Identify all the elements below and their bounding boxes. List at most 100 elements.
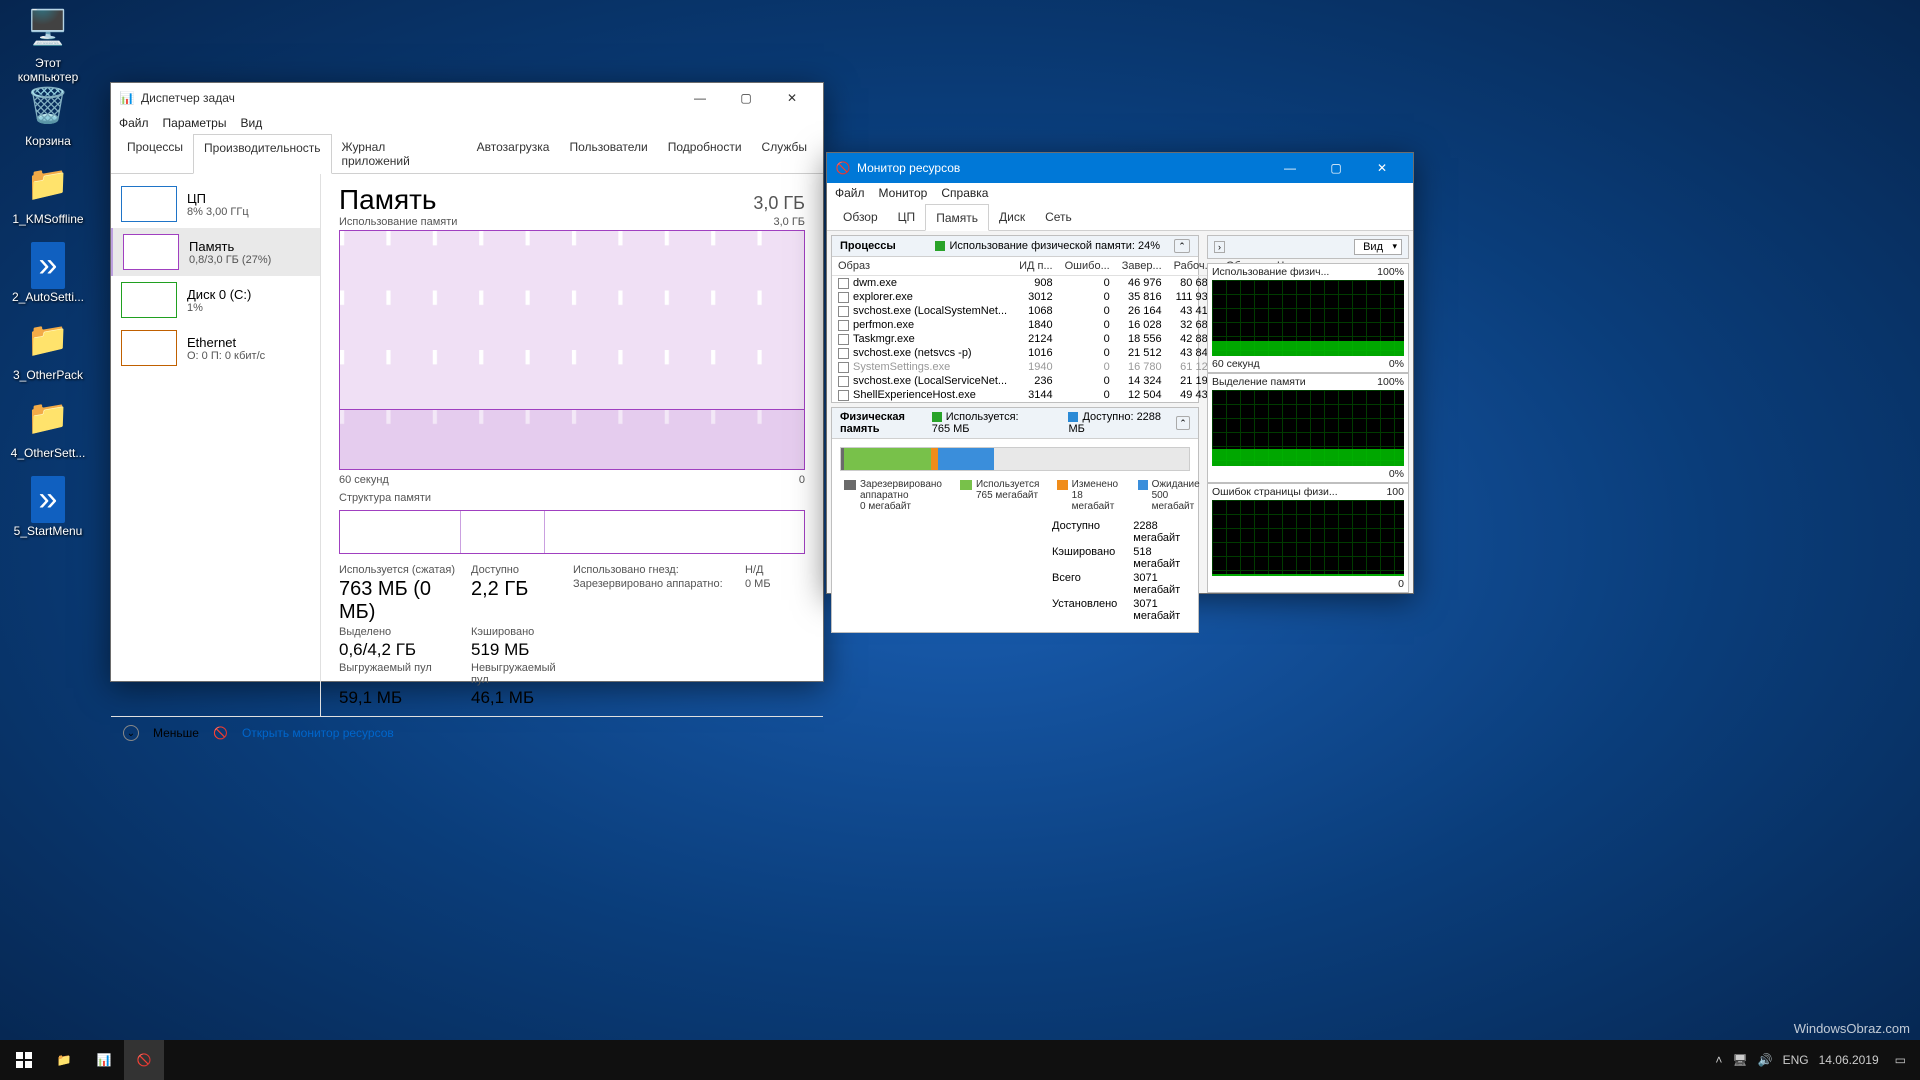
checkbox[interactable] <box>838 348 849 359</box>
desktop-icon[interactable]: 🗑️Корзина <box>4 86 92 148</box>
tab[interactable]: Диск <box>989 204 1035 230</box>
menu-item[interactable]: Монитор <box>879 186 928 200</box>
titlebar[interactable]: 📊 Диспетчер задач — ▢ ✕ <box>111 83 823 113</box>
maximize-button[interactable]: ▢ <box>1313 153 1359 183</box>
tab[interactable]: Обзор <box>833 204 888 230</box>
perf-sidebar-item[interactable]: EthernetО: 0 П: 0 кбит/с <box>111 324 320 372</box>
column-header[interactable]: Образ <box>832 257 1013 276</box>
menu-bar: Файл Монитор Справка <box>827 183 1413 204</box>
system-tray[interactable]: ˄ 🖥 🔊 ENG 14.06.2019 ▭ <box>1705 1053 1916 1067</box>
checkbox[interactable] <box>838 278 849 289</box>
taskbar-explorer[interactable]: 📁 <box>44 1040 84 1080</box>
desktop-icon[interactable]: 📁3_OtherPack <box>4 320 92 382</box>
desktop-icon[interactable]: »5_StartMenu <box>4 476 92 538</box>
minimize-button[interactable]: — <box>677 83 723 113</box>
mini-chart: Использование физич...100%60 секунд0% <box>1207 263 1409 373</box>
volume-icon[interactable]: 🔊 <box>1758 1053 1773 1067</box>
watermark: WindowsObraz.com <box>1794 1021 1910 1036</box>
menu-item[interactable]: Файл <box>119 116 149 130</box>
fewer-details[interactable]: Меньше <box>153 726 199 740</box>
maximize-button[interactable]: ▢ <box>723 83 769 113</box>
memory-stats: Используется (сжатая)Доступно Использова… <box>339 564 805 708</box>
mini-chart: Выделение памяти100%0% <box>1207 373 1409 483</box>
taskbar-clock[interactable]: 14.06.2019 <box>1819 1054 1885 1067</box>
tab[interactable]: ЦП <box>888 204 926 230</box>
tray-chevron-icon[interactable]: ˄ <box>1715 1053 1722 1067</box>
taskbar-resmon[interactable]: 🚫 <box>124 1040 164 1080</box>
close-button[interactable]: ✕ <box>1359 153 1405 183</box>
menu-item[interactable]: Вид <box>240 116 262 130</box>
language-indicator[interactable]: ENG <box>1783 1053 1809 1067</box>
checkbox[interactable] <box>838 334 849 345</box>
memory-usage-graph <box>339 230 805 470</box>
checkbox[interactable] <box>838 362 849 373</box>
panel-title: Физическая память <box>840 411 932 435</box>
tab[interactable]: Службы <box>752 134 817 173</box>
menu-item[interactable]: Справка <box>941 186 988 200</box>
menu-item[interactable]: Параметры <box>163 116 227 130</box>
column-header[interactable]: Ошибо... <box>1059 257 1116 276</box>
desktop-icon[interactable]: »2_AutoSetti... <box>4 242 92 304</box>
perf-sidebar-item[interactable]: Диск 0 (C:)1% <box>111 276 320 324</box>
window-title: Монитор ресурсов <box>857 161 1267 175</box>
graph-max: 3,0 ГБ <box>773 216 805 228</box>
metric-title: Память <box>339 184 437 216</box>
tab[interactable]: Производительность <box>193 134 331 174</box>
desktop-icon[interactable]: 📁4_OtherSett... <box>4 398 92 460</box>
tab[interactable]: Автозагрузка <box>467 134 560 173</box>
footer: ⌄ Меньше 🚫 Открыть монитор ресурсов <box>111 716 823 749</box>
collapse-icon[interactable]: ⌃ <box>1174 239 1190 253</box>
column-header[interactable]: ИД п... <box>1013 257 1059 276</box>
tab[interactable]: Память <box>925 204 989 231</box>
panel-info: Использование физической памяти: 24% <box>949 240 1160 252</box>
tab[interactable]: Процессы <box>117 134 193 173</box>
open-resource-monitor[interactable]: Открыть монитор ресурсов <box>242 726 394 740</box>
memory-legend: Зарезервированоаппаратно0 мегабайтИсполь… <box>832 479 1198 518</box>
memory-composition <box>339 510 805 554</box>
checkbox[interactable] <box>838 306 849 317</box>
view-dropdown[interactable]: Вид <box>1354 239 1402 255</box>
perf-sidebar-item[interactable]: Память0,8/3,0 ГБ (27%) <box>111 228 320 276</box>
graph-label: Использование памяти <box>339 216 457 228</box>
window-title: Диспетчер задач <box>141 91 677 105</box>
checkbox[interactable] <box>838 292 849 303</box>
tab[interactable]: Журнал приложений <box>332 134 467 173</box>
struct-label: Структура памяти <box>339 492 805 504</box>
perf-sidebar-item[interactable]: ЦП8% 3,00 ГГц <box>111 180 320 228</box>
close-button[interactable]: ✕ <box>769 83 815 113</box>
mini-chart: Ошибок страницы физи...1000 <box>1207 483 1409 593</box>
menu-item[interactable]: Файл <box>835 186 865 200</box>
tab[interactable]: Подробности <box>658 134 752 173</box>
tab[interactable]: Сеть <box>1035 204 1082 230</box>
collapse-icon[interactable]: ⌃ <box>1176 416 1190 430</box>
performance-sidebar: ЦП8% 3,00 ГГцПамять0,8/3,0 ГБ (27%)Диск … <box>111 174 321 716</box>
physical-memory-panel: Физическая память Используется: 765 МБ Д… <box>831 407 1199 633</box>
tab[interactable]: Пользователи <box>559 134 657 173</box>
app-icon: 📊 <box>119 90 135 106</box>
column-header[interactable]: Завер... <box>1116 257 1168 276</box>
app-icon: 🚫 <box>835 160 851 176</box>
network-icon[interactable]: 🖥 <box>1732 1053 1747 1067</box>
expand-icon[interactable]: › <box>1214 241 1225 253</box>
checkbox[interactable] <box>838 376 849 387</box>
memory-bar <box>840 447 1190 471</box>
resource-monitor-window: 🚫 Монитор ресурсов — ▢ ✕ Файл Монитор Спра… <box>826 152 1414 594</box>
resmon-icon: 🚫 <box>213 726 228 740</box>
checkbox[interactable] <box>838 390 849 401</box>
taskbar-taskmgr[interactable]: 📊 <box>84 1040 124 1080</box>
graph-time-range: 60 секунд <box>339 474 389 486</box>
desktop-icon[interactable]: 🖥️Этот компьютер <box>4 8 92 84</box>
menu-bar: Файл Параметры Вид <box>111 113 823 134</box>
processes-panel: Процессы Использование физической памяти… <box>831 235 1199 403</box>
performance-main: Память 3,0 ГБ Использование памяти3,0 ГБ… <box>321 174 823 716</box>
desktop-icon[interactable]: 📁1_KMSoffline <box>4 164 92 226</box>
tab-strip: ОбзорЦППамятьДискСеть <box>827 204 1413 231</box>
start-button[interactable] <box>4 1040 44 1080</box>
task-manager-window: 📊 Диспетчер задач — ▢ ✕ Файл Параметры Вид… <box>110 82 824 682</box>
collapse-icon[interactable]: ⌄ <box>123 725 139 741</box>
tab-strip: ПроцессыПроизводительностьЖурнал приложе… <box>111 134 823 174</box>
notifications-icon[interactable]: ▭ <box>1895 1053 1906 1067</box>
titlebar[interactable]: 🚫 Монитор ресурсов — ▢ ✕ <box>827 153 1413 183</box>
minimize-button[interactable]: — <box>1267 153 1313 183</box>
checkbox[interactable] <box>838 320 849 331</box>
